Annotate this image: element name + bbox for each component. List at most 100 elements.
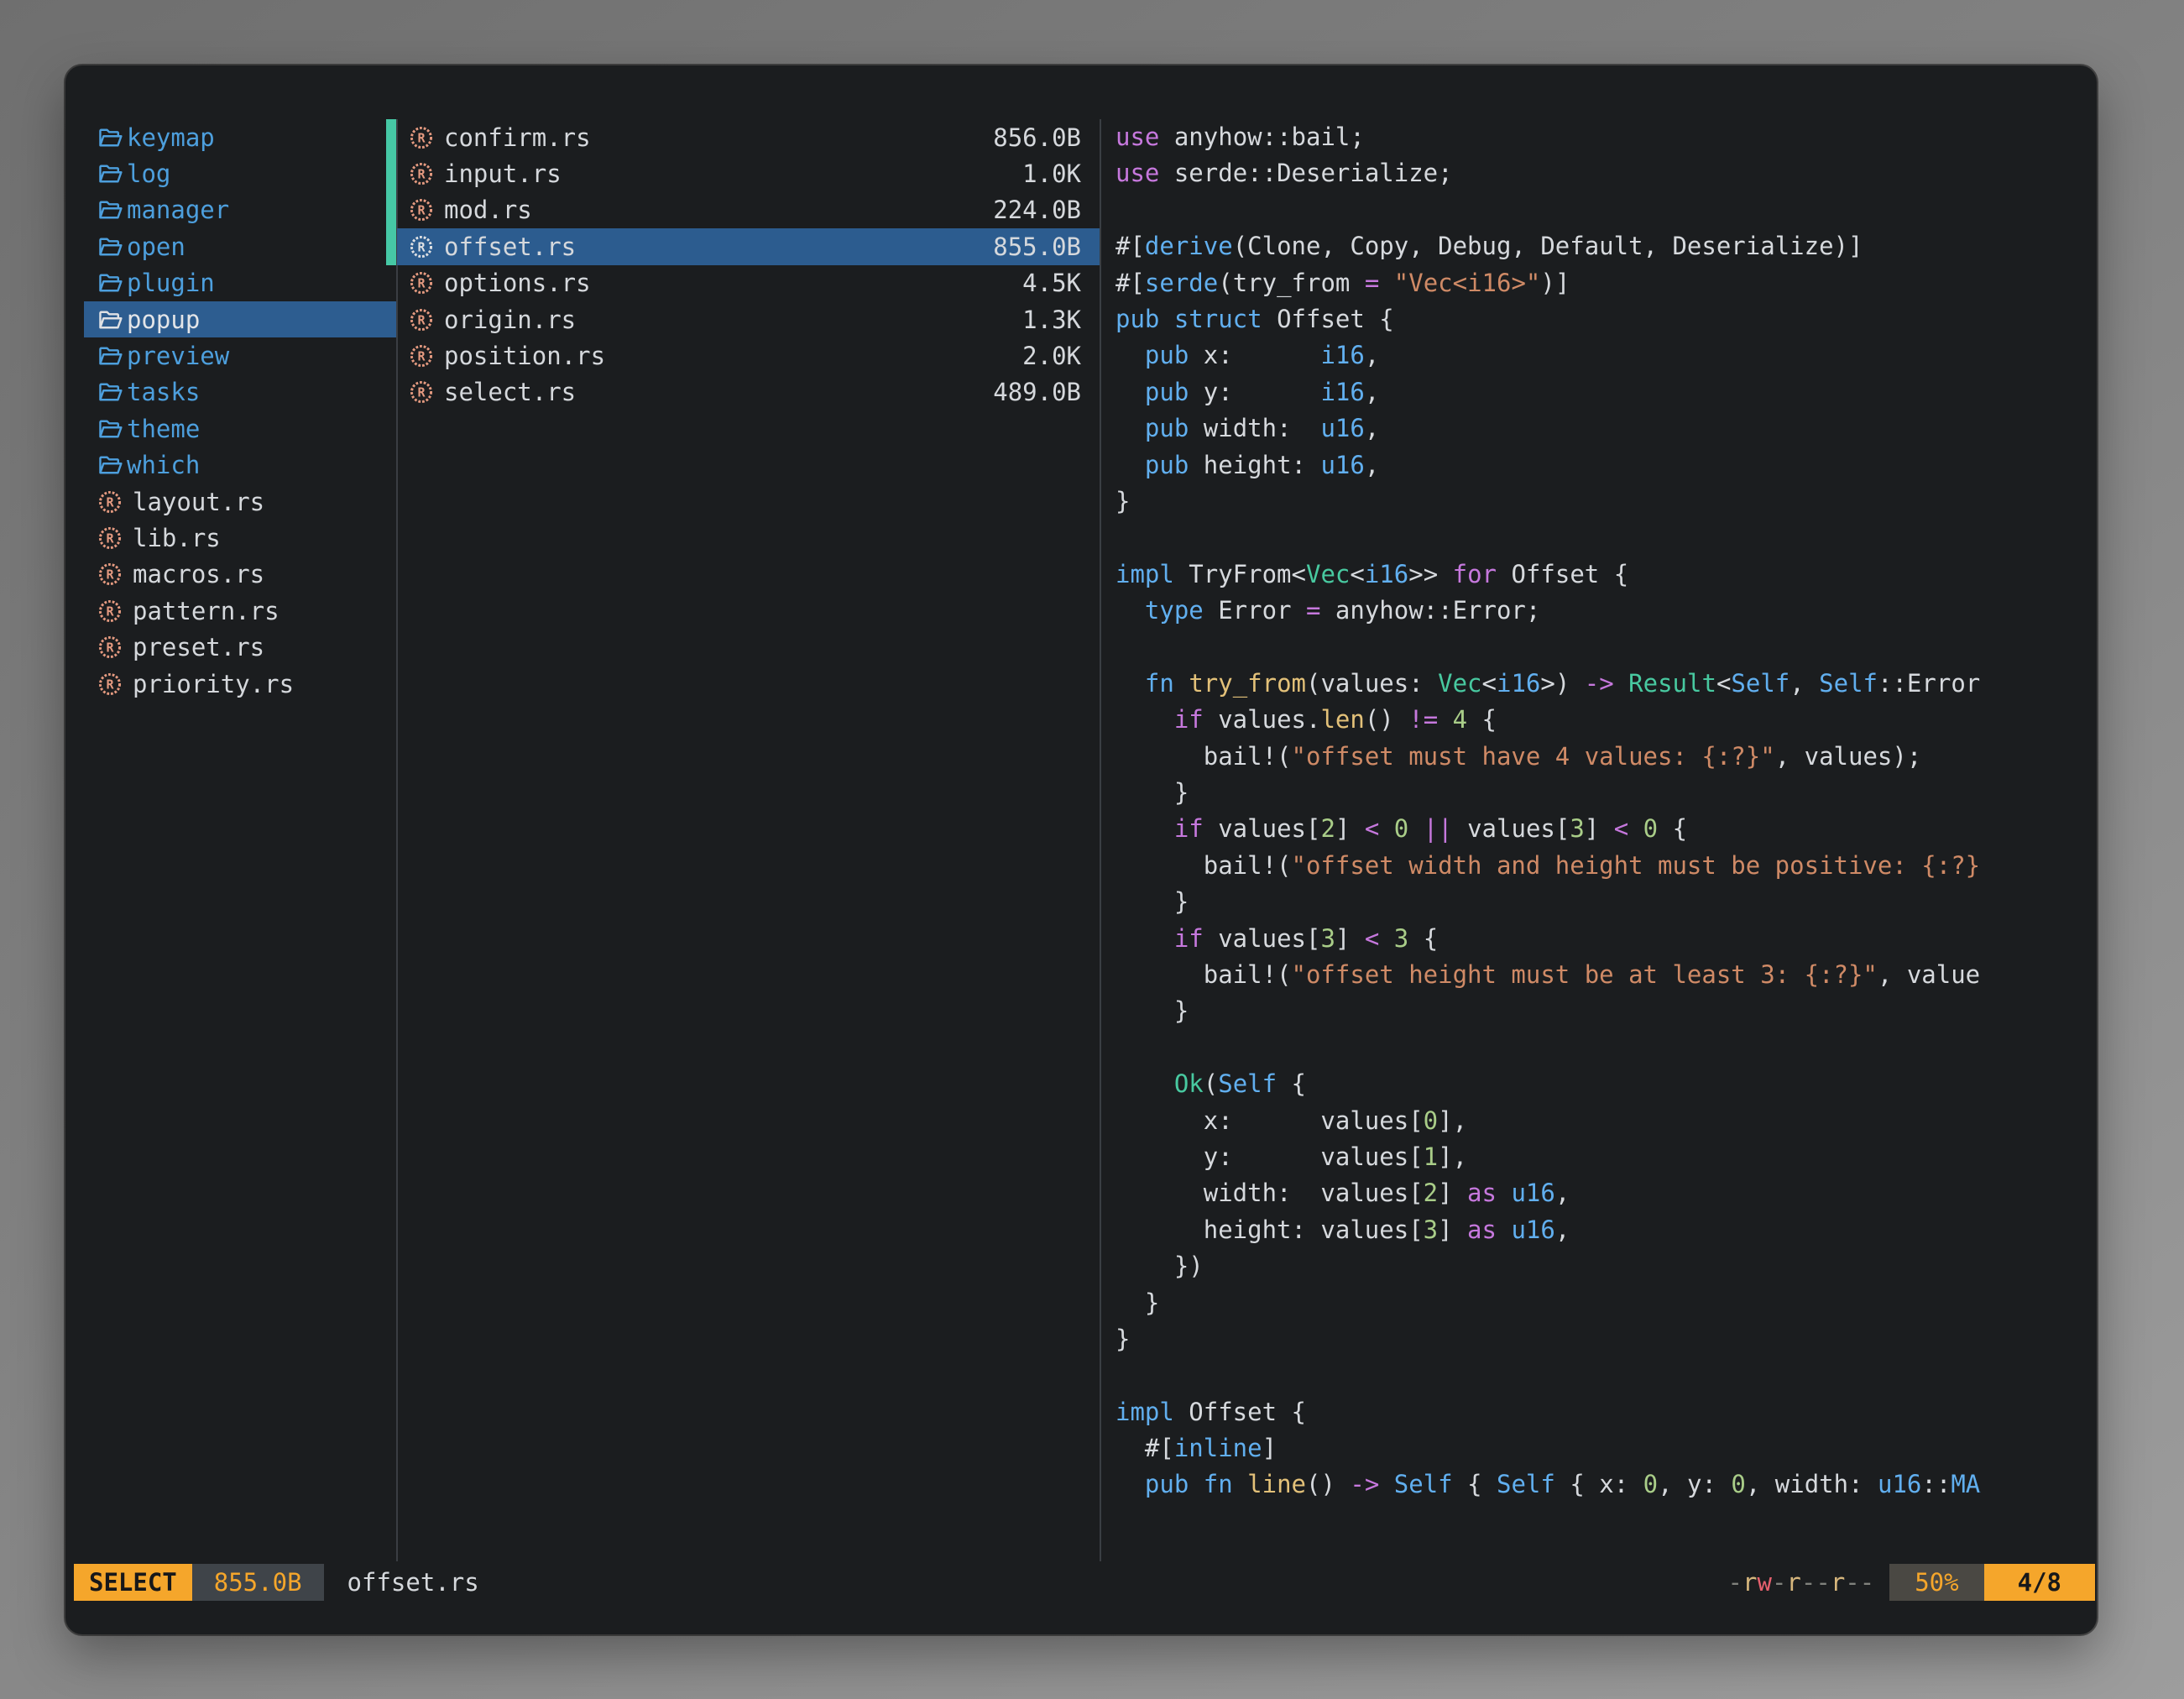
code-line: pub y: i16,	[1116, 374, 1981, 410]
code-line: type Error = anyhow::Error;	[1116, 593, 1981, 629]
current-pane: Rconfirm.rs856.0BRinput.rs1.0KRmod.rs224…	[397, 119, 1100, 410]
rust-icon: R	[97, 672, 123, 697]
sidebar-item-label: macros.rs	[133, 560, 264, 588]
folder-open-icon	[97, 307, 123, 332]
sidebar-item-theme[interactable]: theme	[84, 410, 396, 447]
rust-icon: R	[97, 562, 123, 587]
code-line: impl Offset {	[1116, 1394, 1981, 1430]
file-name: select.rs	[444, 378, 993, 406]
sidebar-item-preview[interactable]: preview	[84, 337, 396, 374]
file-row-select-rs[interactable]: Rselect.rs489.0B	[397, 374, 1100, 410]
folder-open-icon	[97, 234, 123, 259]
status-filename: offset.rs	[347, 1568, 479, 1597]
file-row-options-rs[interactable]: Roptions.rs4.5K	[397, 265, 1100, 301]
file-size: 224.0B	[993, 196, 1081, 224]
code-line: impl TryFrom<Vec<i16>> for Offset {	[1116, 557, 1981, 593]
rust-icon: R	[409, 270, 434, 295]
file-size: 1.0K	[1022, 159, 1081, 188]
rust-icon: R	[409, 125, 434, 150]
file-name: input.rs	[444, 159, 1022, 188]
file-row-origin-rs[interactable]: Rorigin.rs1.3K	[397, 301, 1100, 337]
mode-badge: SELECT	[74, 1564, 192, 1601]
code-line: bail!("offset width and height must be p…	[1116, 848, 1981, 884]
code-line: pub struct Offset {	[1116, 301, 1981, 337]
code-line: if values.len() != 4 {	[1116, 702, 1981, 738]
sidebar-item-plugin[interactable]: plugin	[84, 265, 396, 301]
status-right: -rw-r--r-- 50% 4/8	[1728, 1564, 2095, 1601]
code-line: }	[1116, 484, 1981, 520]
status-left: SELECT 855.0B offset.rs	[74, 1564, 479, 1601]
code-line: #[derive(Clone, Copy, Debug, Default, De…	[1116, 228, 1981, 264]
file-size-badge: 855.0B	[192, 1564, 324, 1601]
sidebar-item-label: tasks	[127, 378, 200, 406]
file-row-offset-rs[interactable]: Roffset.rs855.0B	[397, 228, 1100, 264]
sidebar-item-manager[interactable]: manager	[84, 192, 396, 228]
folder-open-icon	[97, 452, 123, 478]
sidebar-item-preset-rs[interactable]: Rpreset.rs	[84, 629, 396, 665]
file-name: position.rs	[444, 342, 1022, 370]
sidebar-item-open[interactable]: open	[84, 228, 396, 264]
rust-icon: R	[409, 234, 434, 259]
code-line: pub height: u16,	[1116, 447, 1981, 484]
folder-open-icon	[97, 197, 123, 222]
sidebar-item-layout-rs[interactable]: Rlayout.rs	[84, 484, 396, 520]
svg-text:R: R	[106, 640, 114, 655]
file-row-mod-rs[interactable]: Rmod.rs224.0B	[397, 192, 1100, 228]
svg-text:R: R	[106, 494, 114, 510]
folder-open-icon	[97, 416, 123, 442]
sidebar-item-macros-rs[interactable]: Rmacros.rs	[84, 557, 396, 593]
sidebar-item-label: preset.rs	[133, 633, 264, 661]
code-line: }	[1116, 993, 1981, 1029]
code-line: bail!("offset must have 4 values: {:?}",…	[1116, 739, 1981, 775]
file-row-position-rs[interactable]: Rposition.rs2.0K	[397, 337, 1100, 374]
svg-text:R: R	[417, 312, 426, 327]
sidebar-item-label: open	[127, 233, 185, 261]
code-line: height: values[3] as u16,	[1116, 1212, 1981, 1248]
svg-text:R: R	[417, 130, 426, 145]
file-size: 856.0B	[993, 123, 1081, 152]
svg-text:R: R	[417, 276, 426, 291]
rust-icon: R	[409, 307, 434, 332]
code-line: #[inline]	[1116, 1430, 1981, 1466]
file-row-confirm-rs[interactable]: Rconfirm.rs856.0B	[397, 119, 1100, 155]
folder-open-icon	[97, 161, 123, 186]
file-size: 1.3K	[1022, 306, 1081, 334]
file-row-input-rs[interactable]: Rinput.rs1.0K	[397, 155, 1100, 191]
sidebar-item-label: which	[127, 451, 200, 479]
sidebar-item-pattern-rs[interactable]: Rpattern.rs	[84, 593, 396, 629]
svg-text:R: R	[106, 677, 114, 692]
sidebar-item-label: manager	[127, 196, 229, 224]
parent-pane: keymaplog manager open pluginpopuppreview ta…	[65, 119, 396, 702]
yazi-window: keymaplog manager open pluginpopuppreview ta…	[65, 65, 2097, 1634]
code-line: pub width: u16,	[1116, 410, 1981, 447]
sidebar-item-label: priority.rs	[133, 670, 294, 698]
sidebar-item-log[interactable]: log	[84, 155, 396, 191]
code-line	[1116, 629, 1981, 665]
code-line: }	[1116, 1285, 1981, 1321]
file-name: confirm.rs	[444, 123, 993, 152]
code-line: Ok(Self {	[1116, 1066, 1981, 1102]
folder-open-icon	[97, 125, 123, 150]
code-line: #[serde(try_from = "Vec<i16>")]	[1116, 265, 1981, 301]
sidebar-item-popup[interactable]: popup	[84, 301, 396, 337]
marked-files-indicator	[386, 119, 396, 265]
svg-text:R: R	[106, 567, 114, 583]
code-line: if values[3] < 3 {	[1116, 921, 1981, 957]
rust-icon: R	[409, 379, 434, 405]
folder-open-icon	[97, 343, 123, 369]
sidebar-item-lib-rs[interactable]: Rlib.rs	[84, 520, 396, 556]
file-size: 4.5K	[1022, 269, 1081, 297]
code-line: }	[1116, 884, 1981, 920]
svg-text:R: R	[417, 385, 426, 400]
code-line: width: values[2] as u16,	[1116, 1175, 1981, 1211]
sidebar-item-tasks[interactable]: tasks	[84, 374, 396, 410]
code-line: use serde::Deserialize;	[1116, 155, 1981, 191]
sidebar-item-label: pattern.rs	[133, 597, 280, 625]
sidebar-item-which[interactable]: which	[84, 447, 396, 484]
code-line	[1116, 520, 1981, 556]
folder-open-icon	[97, 270, 123, 295]
sidebar-item-keymap[interactable]: keymap	[84, 119, 396, 155]
file-size: 489.0B	[993, 378, 1081, 406]
sidebar-item-priority-rs[interactable]: Rpriority.rs	[84, 666, 396, 702]
sidebar-item-label: lib.rs	[133, 524, 221, 552]
